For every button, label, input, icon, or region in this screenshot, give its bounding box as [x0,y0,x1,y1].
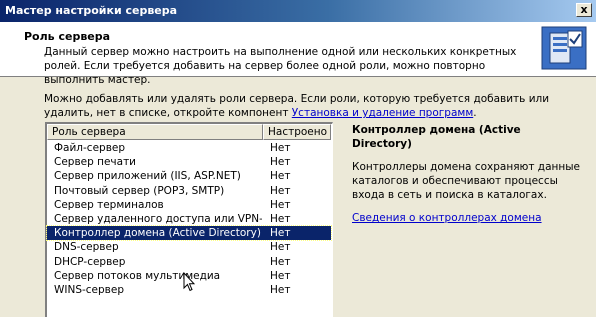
table-row[interactable]: Сервер удаленного доступа или VPN-с... Не… [47,212,331,226]
role-configured: Нет [270,198,291,211]
wizard-header: Роль сервера Данный сервер можно настрои… [0,22,596,86]
role-configured: Нет [270,170,291,183]
table-row[interactable]: DHCP-сервер Нет [47,255,331,269]
role-configured: Нет [270,156,291,169]
role-name: Почтовый сервер (POP3, SMTP) [54,184,225,197]
role-name: WINS-сервер [54,283,124,296]
domain-controller-info-link[interactable]: Сведения о контроллерах домена [352,211,582,225]
table-row[interactable]: Сервер приложений (IIS, ASP.NET) Нет [47,169,331,183]
window-title: Мастер настройки сервера [5,4,178,17]
column-header-configured[interactable]: Настроено [263,124,331,140]
role-configured: Нет [270,283,291,296]
intro-suffix: . [473,107,477,119]
role-configured: Нет [270,255,291,268]
title-bar: Мастер настройки сервера x [0,0,596,22]
role-configured: Нет [270,184,291,197]
table-row[interactable]: Сервер терминалов Нет [47,198,331,212]
table-row[interactable]: Почтовый сервер (POP3, SMTP) Нет [47,184,331,198]
intro-text: Можно добавлять или удалять роли сервера… [44,92,574,120]
role-details-description: Контроллеры домена сохраняют данные ката… [352,161,580,201]
add-remove-programs-link[interactable]: Установка и удаление программ [292,107,473,119]
server-wizard-icon [541,26,587,70]
role-name: DNS-сервер [54,241,119,254]
column-header-role[interactable]: Роль сервера [47,124,263,140]
role-configured: Нет [270,212,291,225]
table-row[interactable]: Сервер печати Нет [47,155,331,169]
table-row[interactable]: Файл-сервер Нет [47,141,331,155]
role-configured: Нет [270,241,291,254]
role-name: Сервер терминалов [54,198,164,211]
role-name: Файл-сервер [54,142,126,154]
role-name: Сервер печати [54,156,137,169]
role-name: Сервер потоков мультимедиа [54,269,221,282]
role-configured: Нет [270,227,291,240]
page-description: Данный сервер можно настроить на выполне… [44,46,517,86]
role-details-title: Контроллер домена (Active Directory) [352,124,521,150]
table-row-selected[interactable]: Контроллер домена (Active Directory) Нет [46,225,332,242]
role-configured: Нет [270,269,291,282]
role-name: Контроллер домена (Active Directory) [54,227,261,240]
role-configured: Нет [270,142,291,154]
close-icon[interactable]: x [576,3,592,17]
table-row[interactable]: DNS-сервер Нет [47,240,331,254]
role-name: Сервер приложений (IIS, ASP.NET) [54,170,241,183]
page-title: Роль сервера [24,30,111,43]
role-name: Сервер удаленного доступа или VPN-с... [54,212,262,225]
role-name: DHCP-сервер [54,255,126,268]
mouse-pointer-icon [183,272,195,292]
role-details-panel: Контроллер домена (Active Directory) Кон… [352,123,582,225]
